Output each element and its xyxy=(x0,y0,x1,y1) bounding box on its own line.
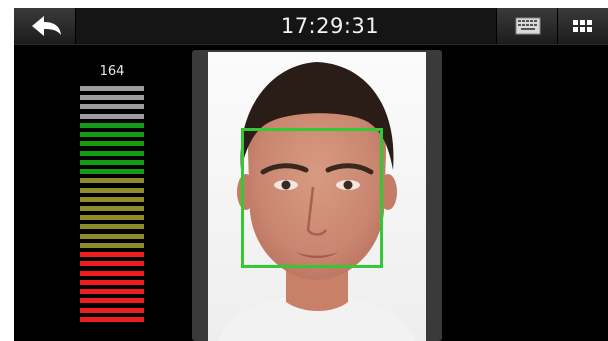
meter-segment-green xyxy=(80,132,144,138)
meter-segment-red xyxy=(80,270,144,276)
back-button[interactable] xyxy=(14,8,76,44)
meter-segment-olive xyxy=(80,224,144,230)
meter-segment-red xyxy=(80,252,144,258)
meter-segment-gray xyxy=(80,104,144,110)
meter-segment-red xyxy=(80,298,144,304)
meter-segment-green xyxy=(80,150,144,156)
meter-segment-green xyxy=(80,141,144,147)
match-score: 164 xyxy=(99,64,125,79)
meter-segment-gray xyxy=(80,86,144,91)
keyboard-button[interactable] xyxy=(496,8,558,44)
meter-segment-green xyxy=(80,169,144,175)
grid-menu-icon xyxy=(573,20,592,32)
match-level-meter xyxy=(80,86,144,326)
meter-segment-olive xyxy=(80,233,144,239)
back-arrow-icon xyxy=(32,16,61,36)
meter-segment-green xyxy=(80,159,144,165)
meter-segment-gray xyxy=(80,113,144,119)
meter-segment-red xyxy=(80,307,144,313)
meter-segment-olive xyxy=(80,187,144,193)
menu-button[interactable] xyxy=(558,8,608,44)
meter-segment-olive xyxy=(80,206,144,211)
meter-segment-olive xyxy=(80,178,144,184)
meter-segment-olive xyxy=(80,215,144,221)
meter-segment-red xyxy=(80,316,144,322)
meter-segment-red xyxy=(80,261,144,267)
face-verification-screen: 17:29:31 164 xyxy=(0,0,608,341)
meter-segment-olive xyxy=(80,196,144,202)
meter-segment-green xyxy=(80,122,144,128)
meter-segment-red xyxy=(80,279,144,285)
keyboard-icon xyxy=(515,17,541,35)
meter-segment-gray xyxy=(80,95,144,101)
meter-segment-red xyxy=(80,289,144,295)
clock-time: 17:29:31 xyxy=(280,14,380,38)
meter-segment-olive xyxy=(80,242,144,248)
face-detection-box xyxy=(241,128,383,268)
